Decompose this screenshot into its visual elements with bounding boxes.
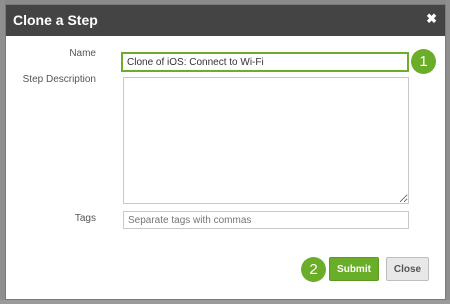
backdrop-edge-right xyxy=(446,0,450,304)
step-description-label: Step Description xyxy=(22,74,96,85)
backdrop-edge-bottom xyxy=(0,300,450,304)
name-field[interactable] xyxy=(121,52,409,72)
callout-badge-2: 2 xyxy=(301,257,326,282)
tags-field[interactable] xyxy=(123,211,409,229)
submit-button[interactable]: Submit xyxy=(329,257,379,281)
dialog-title: Clone a Step xyxy=(13,12,98,28)
clone-step-dialog: Clone a Step ✖ Name Step Description Tag… xyxy=(5,4,446,300)
name-label: Name xyxy=(69,48,96,59)
tags-label: Tags xyxy=(74,213,96,224)
dialog-titlebar: Clone a Step ✖ xyxy=(6,5,445,36)
step-description-field[interactable] xyxy=(123,77,409,204)
callout-badge-1: 1 xyxy=(411,49,436,74)
close-button[interactable]: Close xyxy=(386,257,429,281)
close-icon[interactable]: ✖ xyxy=(426,11,437,27)
